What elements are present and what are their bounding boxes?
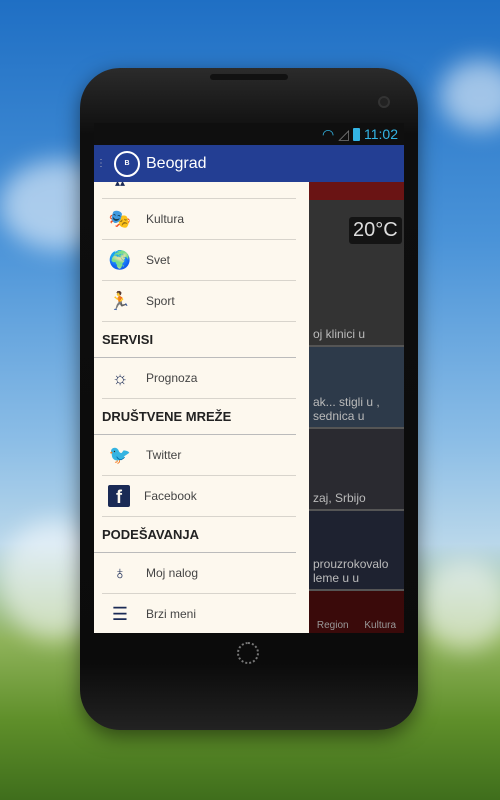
camera [378, 96, 390, 108]
cloud [440, 60, 500, 130]
facebook-icon: f [108, 485, 130, 507]
menu-icon: ☰ [111, 603, 129, 624]
news-card[interactable]: ak... stigli u , sednica u [309, 347, 404, 429]
people-icon: ▴▴ [114, 182, 126, 189]
drawer-item-prognoza[interactable]: ☼ Prognoza [102, 358, 296, 399]
drawer-item-brzi-meni[interactable]: ☰ Brzi meni [102, 594, 296, 633]
bottom-nav: Region Kultura [309, 591, 404, 633]
section-header-drustvene-mreze: DRUŠTVENE MREŽE [94, 399, 296, 435]
running-icon: 🏃 [108, 290, 132, 311]
tab-region[interactable]: Region [317, 620, 349, 631]
section-header-podesavanja: PODEŠAVANJA [94, 517, 296, 553]
cloud [420, 560, 500, 650]
drawer-item-twitter[interactable]: 🐦 Twitter [102, 435, 296, 476]
news-card[interactable]: zaj, Srbijo [309, 429, 404, 511]
drawer-item-sport[interactable]: 🏃 Sport [102, 281, 296, 322]
section-header-servisi: SERVISI [94, 322, 296, 358]
drawer-item-moj-nalog[interactable]: ♁ Moj nalog [102, 553, 296, 594]
drawer-item-svet[interactable]: 🌍 Svet [102, 240, 296, 281]
twitter-icon: 🐦 [108, 444, 132, 465]
user-icon: ♁ [113, 562, 127, 583]
clock: 11:02 [364, 126, 398, 142]
theater-masks-icon: 🎭 [108, 208, 132, 229]
speaker [210, 74, 288, 80]
signal-icon: ◿ [338, 125, 349, 142]
phone-frame: ◠ ◿ 11:02 ⋮ B Beograd oj klinici u ak...… [80, 68, 418, 730]
news-card[interactable]: prouzrokovalo leme u u [309, 511, 404, 591]
home-button[interactable] [237, 642, 259, 664]
temperature: 20°C [349, 217, 402, 244]
status-bar: ◠ ◿ 11:02 [94, 123, 404, 145]
app-logo[interactable]: B [114, 150, 140, 177]
tab-kultura[interactable]: Kultura [364, 620, 396, 631]
battery-icon [353, 127, 360, 141]
globe-icon: 🌍 [108, 249, 132, 270]
drawer-toggle-icon[interactable]: ⋮ [96, 158, 106, 169]
wifi-icon: ◠ [322, 125, 335, 142]
drawer-item-kultura[interactable]: 🎭 Kultura [102, 199, 296, 240]
navigation-drawer: ▴▴ 🎭 Kultura 🌍 Svet 🏃 Sport SERVISI ☼ Progno… [94, 182, 309, 633]
action-bar-title: Beograd [146, 154, 207, 172]
action-bar: ⋮ B Beograd [94, 145, 404, 182]
drawer-item-partial[interactable]: ▴▴ [102, 182, 296, 199]
sun-icon: ☼ [111, 367, 129, 388]
drawer-item-facebook[interactable]: f Facebook [102, 476, 296, 517]
screen: ◠ ◿ 11:02 ⋮ B Beograd oj klinici u ak...… [94, 123, 404, 633]
